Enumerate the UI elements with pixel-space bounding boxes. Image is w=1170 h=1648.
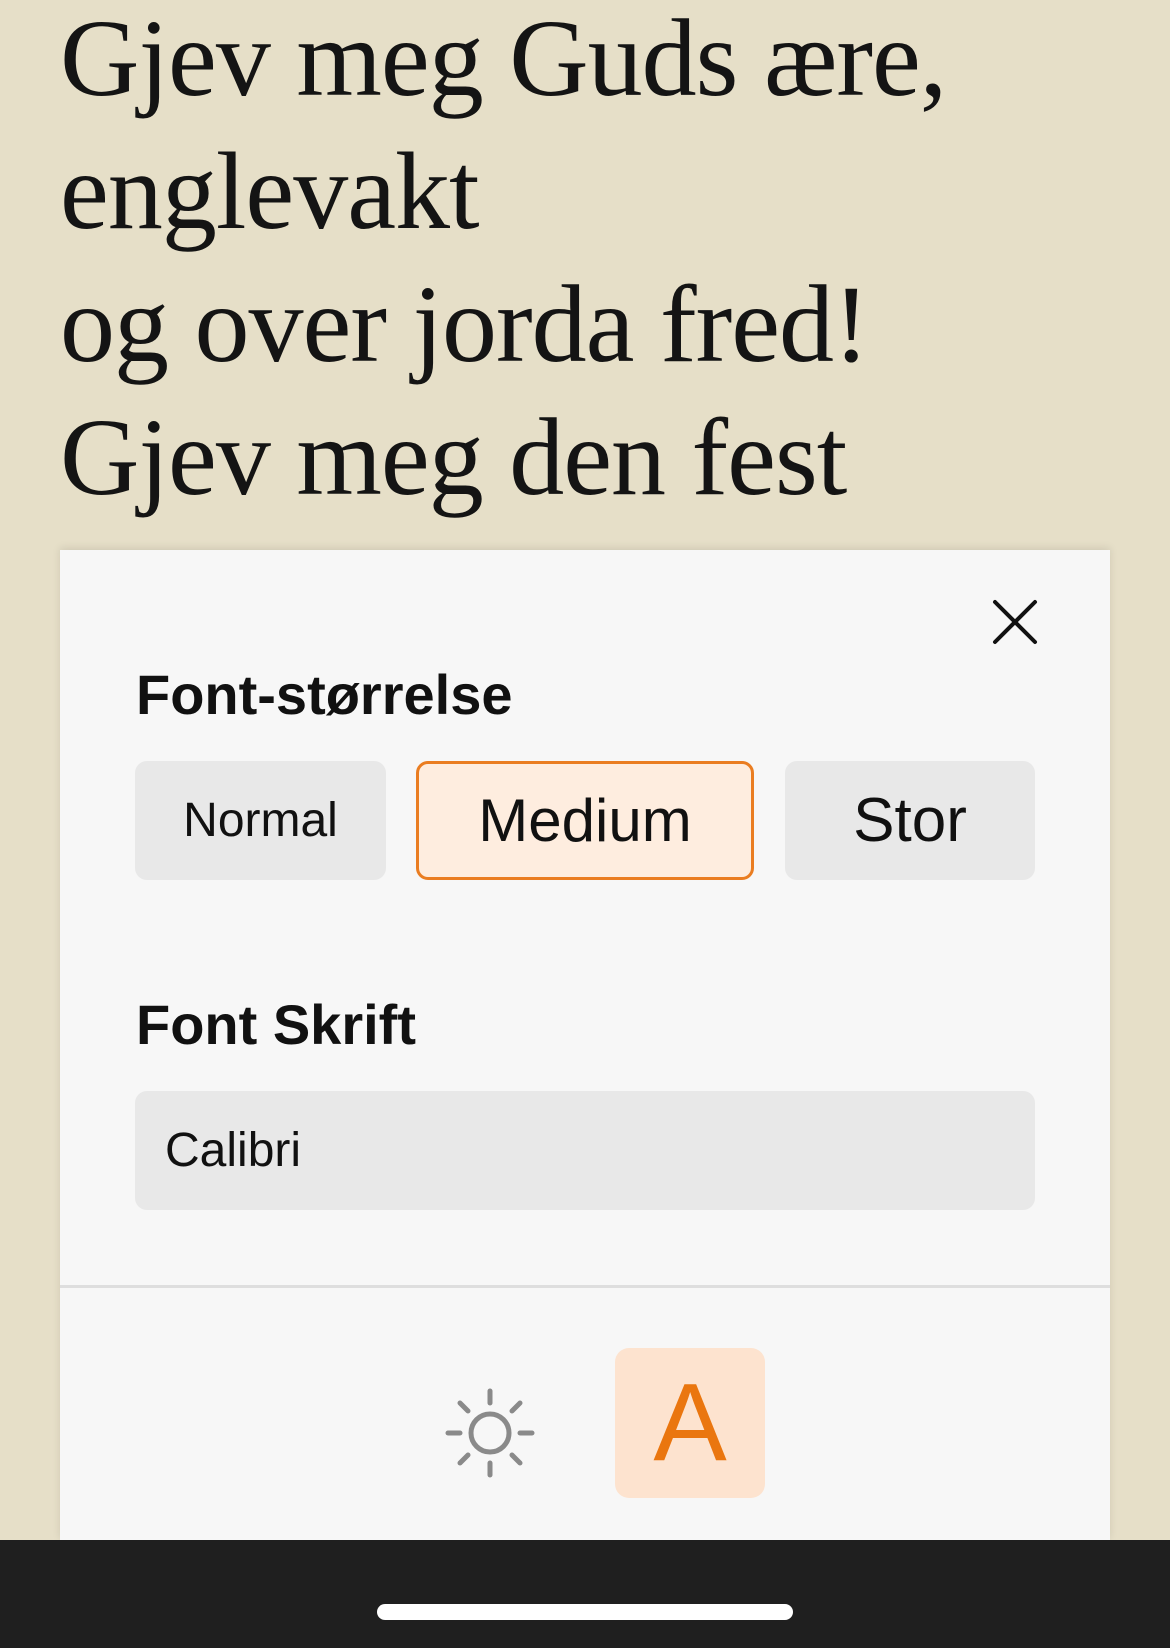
font-tab-label: A <box>653 1361 727 1484</box>
lyric-line: Gjev meg den fest <box>60 396 847 518</box>
close-icon[interactable] <box>985 592 1045 652</box>
tab-font[interactable]: A <box>615 1348 765 1498</box>
home-bar-area <box>0 1540 1170 1648</box>
divider <box>60 1285 1110 1288</box>
sun-icon <box>445 1388 535 1478</box>
home-indicator[interactable] <box>377 1604 793 1620</box>
tab-theme[interactable] <box>435 1378 545 1488</box>
lyric-line: englevakt <box>60 130 480 252</box>
font-size-medium-button[interactable]: Medium <box>416 761 754 880</box>
song-lyrics: Gjev meg Guds ære, englevakt og over jor… <box>60 0 1140 532</box>
lyric-line: Gjev meg Guds ære, <box>60 0 947 119</box>
font-family-title: Font Skrift <box>136 993 416 1056</box>
font-size-title: Font-størrelse <box>136 663 513 726</box>
font-family-value: Calibri <box>165 1124 302 1177</box>
font-size-stor-button[interactable]: Stor <box>785 761 1035 880</box>
font-size-normal-button[interactable]: Normal <box>135 761 386 880</box>
font-family-select[interactable]: Calibri <box>135 1091 1035 1210</box>
settings-panel: Font-størrelse Normal Medium Stor Font S… <box>60 550 1110 1540</box>
lyric-line: og over jorda fred! <box>60 263 870 385</box>
